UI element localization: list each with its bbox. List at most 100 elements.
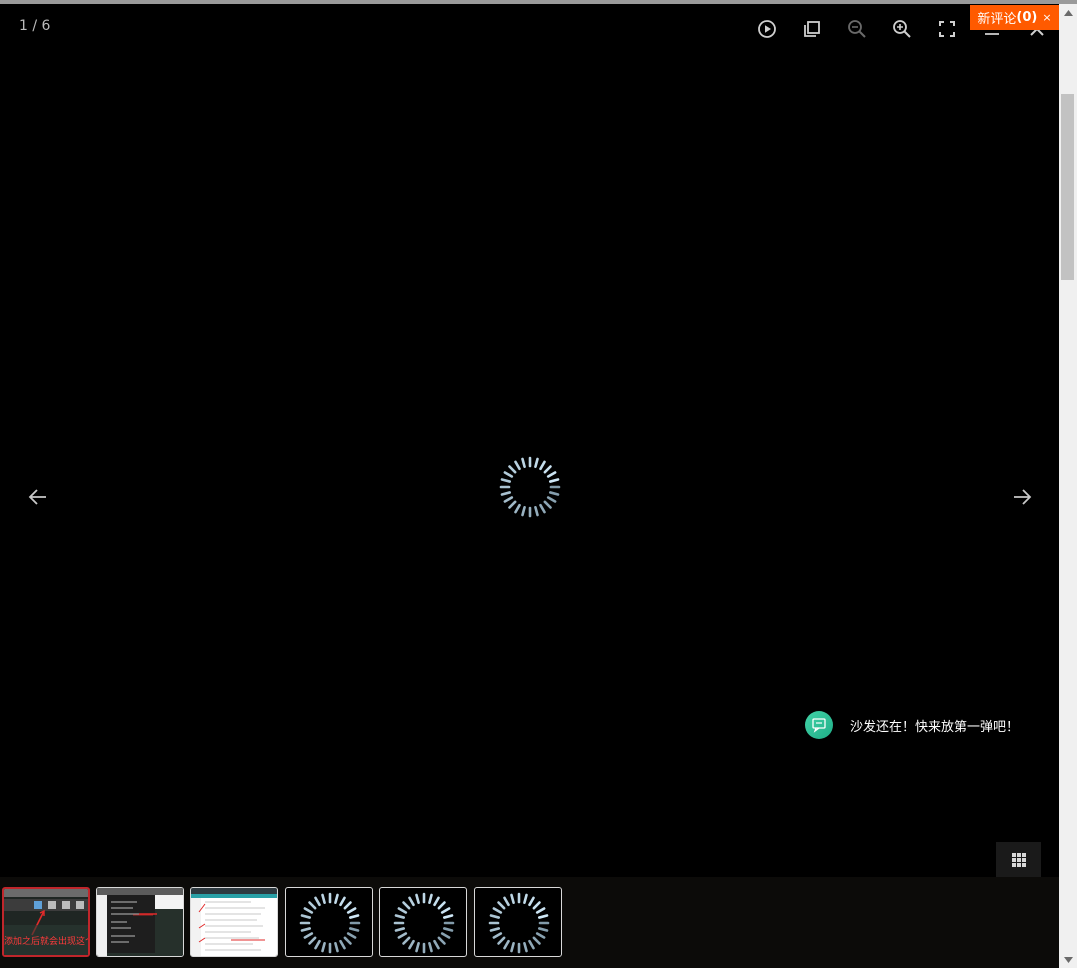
thumbnail-strip: 添加之后就会出现这个: [0, 877, 1059, 968]
spinner-dash: [489, 927, 501, 932]
zoom-in-button[interactable]: [889, 16, 915, 42]
spinner-dash: [492, 907, 503, 914]
spinner-dash: [492, 932, 503, 939]
spinner-dash: [537, 914, 549, 919]
spinner-dash: [402, 901, 411, 910]
spinner-dash: [503, 896, 510, 907]
scroll-up-arrow-icon: [1063, 9, 1073, 16]
spinner-dash: [428, 941, 433, 953]
spinner-dash: [314, 896, 321, 907]
loading-spinner-icon: [488, 892, 550, 954]
thumbnail-4[interactable]: [285, 887, 373, 957]
spinner-dash: [521, 505, 526, 517]
fullscreen-icon: [939, 21, 955, 37]
spinner-dash: [428, 893, 433, 905]
fullscreen-button[interactable]: [934, 16, 960, 42]
spinner-dash: [408, 896, 415, 907]
spinner-dash: [440, 907, 451, 914]
previous-image-button[interactable]: [26, 485, 50, 509]
original-size-button[interactable]: [799, 16, 825, 42]
spinner-dash: [534, 457, 539, 469]
empty-comments-prompt: 沙发还在！快来放第一弹吧！: [805, 711, 1019, 739]
spinner-dash: [343, 901, 352, 910]
spinner-dash: [500, 491, 512, 496]
spinner-dash: [303, 932, 314, 939]
spinner-dash: [539, 503, 546, 514]
spinner-dash: [546, 496, 557, 503]
new-comment-label: 新评论: [977, 12, 1017, 27]
play-icon: [758, 20, 776, 38]
thumbnail-2[interactable]: [96, 887, 184, 957]
spinner-dash: [397, 932, 408, 939]
spinner-dash: [402, 936, 411, 945]
thumbnail-6[interactable]: [474, 887, 562, 957]
spinner-dash: [440, 932, 451, 939]
thumbnail-grid-button[interactable]: [996, 842, 1041, 877]
spinner-dash: [346, 907, 357, 914]
thumbnail-image: [97, 888, 183, 956]
thumbnail-image: [191, 888, 277, 956]
next-image-button[interactable]: [1010, 485, 1034, 509]
spinner-dash: [535, 932, 546, 939]
spinner-dash: [528, 896, 535, 907]
spinner-dash: [510, 941, 515, 953]
spinner-dash: [348, 927, 360, 932]
spinner-dash: [497, 936, 506, 945]
spinner-dash: [489, 914, 501, 919]
play-slideshow-button[interactable]: [754, 16, 780, 42]
spinner-dash: [523, 941, 528, 953]
spinner-dash: [394, 927, 406, 932]
scroll-down-button[interactable]: [1059, 951, 1077, 968]
spinner-dash: [508, 500, 517, 509]
spinner-dash: [514, 460, 521, 471]
scroll-down-arrow-icon: [1063, 956, 1073, 963]
zoom-out-button[interactable]: [844, 16, 870, 42]
spinner-dash: [546, 471, 557, 478]
thumbnail-5[interactable]: [379, 887, 467, 957]
spinner-dash: [348, 914, 360, 919]
spinner-dash: [415, 941, 420, 953]
spinner-dash: [532, 936, 541, 945]
spinner-dash: [433, 896, 440, 907]
spinner-dash: [500, 478, 512, 483]
spinner-dash: [521, 457, 526, 469]
spinner-dash: [300, 927, 312, 932]
vertical-scrollbar[interactable]: [1059, 4, 1077, 968]
new-comment-count: (0): [1016, 10, 1038, 25]
spinner-dash: [442, 927, 454, 932]
spinner-dash: [334, 941, 339, 953]
spinner-dash: [543, 500, 552, 509]
spinner-dash: [437, 901, 446, 910]
spinner-dash: [339, 939, 346, 950]
spinner-dash: [394, 914, 406, 919]
spinner-dash: [539, 460, 546, 471]
thumbnail-caption: 添加之后就会出现这个: [4, 937, 90, 947]
spinner-dash: [534, 505, 539, 517]
spinner-dash: [535, 907, 546, 914]
spinner-dash: [508, 465, 517, 474]
spinner-dash: [503, 471, 514, 478]
thumbnail-1[interactable]: 添加之后就会出现这个: [2, 887, 90, 957]
spinner-dash: [308, 936, 317, 945]
spinner-dash: [321, 941, 326, 953]
spinner-dash: [303, 907, 314, 914]
spinner-dash: [415, 893, 420, 905]
spinner-dash: [346, 932, 357, 939]
spinner-dash: [497, 901, 506, 910]
new-comment-close-button[interactable]: ×: [1042, 11, 1051, 24]
spinner-dash: [503, 939, 510, 950]
spinner-dash: [537, 927, 549, 932]
new-comment-badge[interactable]: 新评论 (0) ×: [970, 5, 1059, 30]
spinner-dash: [343, 936, 352, 945]
spinner-dash: [321, 893, 326, 905]
thumbnail-3[interactable]: [190, 887, 278, 957]
spinner-dash: [300, 914, 312, 919]
zoom-in-icon: [893, 20, 911, 38]
empty-comments-text: 沙发还在！快来放第一弹吧！: [850, 719, 1020, 735]
spinner-dash: [308, 901, 317, 910]
loading-spinner-icon: [393, 892, 455, 954]
scroll-up-button[interactable]: [1059, 4, 1077, 21]
scrollbar-thumb[interactable]: [1061, 94, 1074, 280]
spinner-dash: [334, 893, 339, 905]
spinner-dash: [433, 939, 440, 950]
